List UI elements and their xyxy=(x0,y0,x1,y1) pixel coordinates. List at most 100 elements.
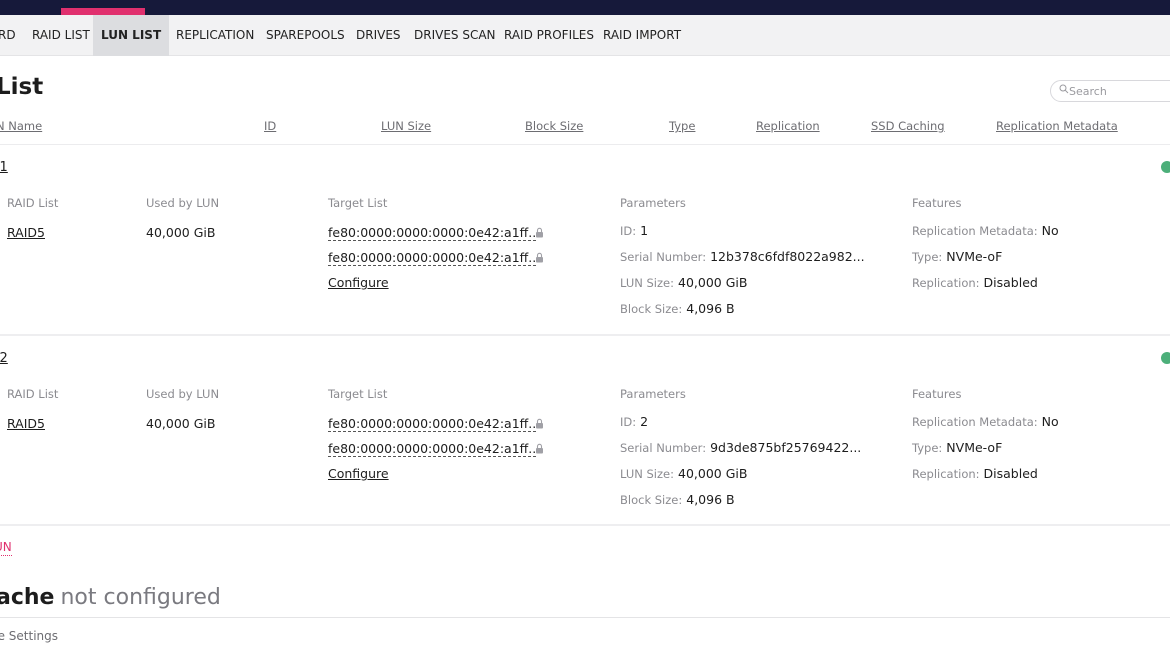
param-serial: Serial Number: 9d3de875bf25769422... xyxy=(620,440,861,455)
raid-link[interactable]: RAID5 xyxy=(7,225,45,240)
lock-icon xyxy=(536,418,543,429)
target-address[interactable]: fe80:0000:0000:0000:0e42:a1ff.. xyxy=(328,441,537,457)
nav-tab-raid-list[interactable]: RAID LIST xyxy=(32,15,90,56)
parameters-label: Parameters xyxy=(620,196,686,210)
param-key: Serial Number: xyxy=(620,441,707,455)
used-by-lun-label: Used by LUN xyxy=(146,196,220,210)
nav-tab-raid-profiles[interactable]: RAID PROFILES xyxy=(504,15,594,56)
used-by-lun-label: Used by LUN xyxy=(146,387,220,401)
column-header-id[interactable]: ID xyxy=(264,119,276,133)
parameters-label: Parameters xyxy=(620,387,686,401)
cache-title: ache xyxy=(0,585,55,610)
lun-name-link[interactable]: k2 xyxy=(0,351,8,366)
param-key: Serial Number: xyxy=(620,250,707,264)
feature-value: NVMe-oF xyxy=(946,440,1003,455)
cache-divider xyxy=(0,617,1170,618)
feature-replication: Replication: Disabled xyxy=(912,275,1038,290)
column-header-ssd-caching[interactable]: SSD Caching xyxy=(871,119,945,133)
param-key: Block Size: xyxy=(620,493,683,507)
param-serial: Serial Number: 12b378c6fdf8022a982... xyxy=(620,249,865,264)
used-by-lun-value: 40,000 GiB xyxy=(146,225,216,240)
column-header-lun-size[interactable]: LUN Size xyxy=(381,119,431,133)
configure-link[interactable]: Configure xyxy=(328,275,389,290)
feature-value: No xyxy=(1041,223,1059,238)
active-section-indicator xyxy=(61,8,145,15)
feature-replication-metadata: Replication Metadata: No xyxy=(912,414,1059,429)
configure-link[interactable]: Configure xyxy=(328,466,389,481)
lock-icon xyxy=(536,227,543,238)
page-title: List xyxy=(0,74,44,100)
sub-navigation: RD RAID LIST LUN LIST REPLICATION SPAREP… xyxy=(0,15,1170,56)
features-label: Features xyxy=(912,196,962,210)
feature-key: Replication: xyxy=(912,467,980,481)
target-list-label: Target List xyxy=(328,196,388,210)
status-ok-icon xyxy=(1161,161,1170,173)
feature-value: Disabled xyxy=(983,275,1038,290)
param-key: LUN Size: xyxy=(620,276,674,290)
feature-type: Type: NVMe-oF xyxy=(912,440,1002,455)
lock-icon xyxy=(536,443,543,454)
feature-key: Replication Metadata: xyxy=(912,224,1038,238)
raid-link[interactable]: RAID5 xyxy=(7,416,45,431)
feature-key: Type: xyxy=(912,441,943,455)
column-header-block-size[interactable]: Block Size xyxy=(525,119,583,133)
param-value: 12b378c6fdf8022a982... xyxy=(710,249,865,264)
feature-key: Type: xyxy=(912,250,943,264)
param-lun-size: LUN Size: 40,000 GiB xyxy=(620,466,747,481)
column-header-lun-name[interactable]: N Name xyxy=(0,119,42,133)
feature-value: No xyxy=(1041,414,1059,429)
target-address[interactable]: fe80:0000:0000:0000:0e42:a1ff.. xyxy=(328,225,537,241)
feature-type: Type: NVMe-oF xyxy=(912,249,1002,264)
nav-tab-drives[interactable]: DRIVES xyxy=(356,15,401,56)
param-value: 4,096 B xyxy=(686,492,735,507)
param-id: ID: 1 xyxy=(620,223,648,238)
search-input[interactable] xyxy=(1069,83,1170,99)
param-key: ID: xyxy=(620,224,637,238)
lun-card: k1 RAID List RAID5 Used by LUN 40,000 Gi… xyxy=(0,145,1170,333)
search-box[interactable] xyxy=(1050,80,1170,102)
column-header-type[interactable]: Type xyxy=(669,119,695,133)
lun-name-link[interactable]: k1 xyxy=(0,160,8,175)
feature-value: NVMe-oF xyxy=(946,249,1003,264)
search-icon xyxy=(1059,84,1069,94)
param-value: 4,096 B xyxy=(686,301,735,316)
param-key: Block Size: xyxy=(620,302,683,316)
param-block-size: Block Size: 4,096 B xyxy=(620,492,735,507)
nav-tab-lun-list[interactable]: LUN LIST xyxy=(93,15,170,56)
lun-card: k2 RAID List RAID5 Used by LUN 40,000 Gi… xyxy=(0,336,1170,524)
raid-list-label: RAID List xyxy=(7,387,59,401)
feature-replication: Replication: Disabled xyxy=(912,466,1038,481)
param-value: 40,000 GiB xyxy=(678,466,748,481)
cache-status: not configured xyxy=(60,585,221,610)
add-lun-link[interactable]: UN xyxy=(0,540,12,556)
nav-tab-drives-scan[interactable]: DRIVES SCAN xyxy=(414,15,496,56)
target-address[interactable]: fe80:0000:0000:0000:0e42:a1ff.. xyxy=(328,416,537,432)
feature-key: Replication Metadata: xyxy=(912,415,1038,429)
param-value: 9d3de875bf25769422... xyxy=(710,440,862,455)
column-header-replication-metadata[interactable]: Replication Metadata xyxy=(996,119,1118,133)
param-lun-size: LUN Size: 40,000 GiB xyxy=(620,275,747,290)
column-header-replication[interactable]: Replication xyxy=(756,119,820,133)
param-value: 2 xyxy=(640,414,649,429)
param-key: ID: xyxy=(620,415,637,429)
nav-tab-sparepools[interactable]: SPAREPOOLS xyxy=(266,15,345,56)
lock-icon xyxy=(536,252,543,263)
target-address[interactable]: fe80:0000:0000:0000:0e42:a1ff.. xyxy=(328,250,537,266)
top-app-bar xyxy=(0,0,1170,15)
feature-value: Disabled xyxy=(983,466,1038,481)
features-label: Features xyxy=(912,387,962,401)
nav-tab-replication[interactable]: REPLICATION xyxy=(176,15,254,56)
param-id: ID: 2 xyxy=(620,414,648,429)
cache-settings-link[interactable]: he Settings xyxy=(0,629,58,643)
raid-list-label: RAID List xyxy=(7,196,59,210)
cache-section-title: ache not configured xyxy=(0,585,221,610)
feature-key: Replication: xyxy=(912,276,980,290)
nav-tab-dashboard[interactable]: RD xyxy=(0,15,16,56)
param-block-size: Block Size: 4,096 B xyxy=(620,301,735,316)
nav-tab-raid-import[interactable]: RAID IMPORT xyxy=(603,15,681,56)
param-value: 40,000 GiB xyxy=(678,275,748,290)
param-value: 1 xyxy=(640,223,649,238)
param-key: LUN Size: xyxy=(620,467,674,481)
feature-replication-metadata: Replication Metadata: No xyxy=(912,223,1059,238)
row-divider xyxy=(0,524,1170,526)
